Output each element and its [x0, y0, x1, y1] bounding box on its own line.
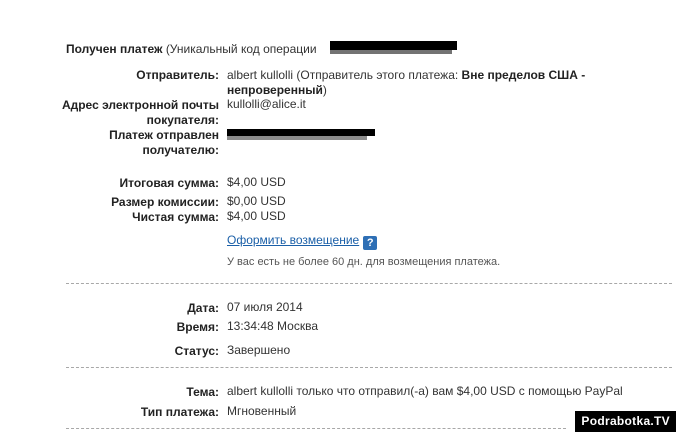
buyer-email-value: kullolli@alice.it — [227, 97, 306, 111]
buyer-email-label: Адрес электронной почты покупателя: — [7, 98, 219, 128]
divider — [66, 428, 566, 429]
sender-close: ) — [322, 83, 327, 97]
help-icon[interactable]: ? — [363, 236, 378, 250]
divider — [66, 283, 672, 284]
transaction-header: Получен платеж (Уникальный код операции — [66, 42, 317, 57]
watermark-logo: Podrabotka.TV — [575, 411, 676, 432]
transaction-id-label: (Уникальный код операции — [165, 42, 317, 56]
sender-value: albert kullolli (Отправитель этого плате… — [227, 68, 607, 98]
total-value: $4,00 USD — [227, 175, 286, 189]
time-value: 13:34:48 Москва — [227, 319, 319, 333]
divider — [66, 367, 672, 368]
sent-to-label: Платеж отправлен получателю: — [7, 128, 219, 158]
sender-label: Отправитель: — [136, 68, 219, 82]
date-value: 07 июля 2014 — [227, 300, 303, 314]
net-value: $4,00 USD — [227, 209, 286, 223]
time-label: Время: — [176, 320, 219, 334]
fee-label: Размер комиссии: — [111, 195, 219, 209]
buyer-email-label-line1: Адрес электронной почты — [61, 98, 219, 112]
payment-type-label: Тип платежа: — [140, 405, 219, 419]
sender-name: albert kullolli (Отправитель этого плате… — [227, 68, 459, 82]
total-label: Итоговая сумма: — [119, 176, 219, 190]
subject-value: albert kullolli только что отправил(-а) … — [227, 384, 623, 398]
transaction-id-redaction-tail — [330, 49, 452, 54]
net-label: Чистая сумма: — [132, 210, 219, 224]
sent-to-label-line1: Платеж отправлен — [109, 128, 219, 142]
refund-link[interactable]: Оформить возмещение — [227, 233, 359, 247]
sent-to-label-line2: получателю: — [142, 143, 219, 157]
buyer-email-label-line2: покупателя: — [146, 113, 219, 127]
status-value: Завершено — [227, 343, 291, 357]
refund-row: Оформить возмещение? — [227, 232, 378, 250]
transaction-title: Получен платеж — [66, 42, 163, 56]
recipient-email-redaction-tail — [227, 136, 367, 140]
payment-type-value: Мгновенный — [227, 404, 297, 418]
subject-label: Тема: — [186, 385, 219, 399]
date-label: Дата: — [187, 301, 219, 315]
fee-value: $0,00 USD — [227, 194, 286, 208]
refund-note: У вас есть не более 60 дн. для возмещени… — [227, 256, 501, 268]
status-label: Статус: — [174, 344, 219, 358]
recipient-email-redaction — [227, 129, 375, 136]
